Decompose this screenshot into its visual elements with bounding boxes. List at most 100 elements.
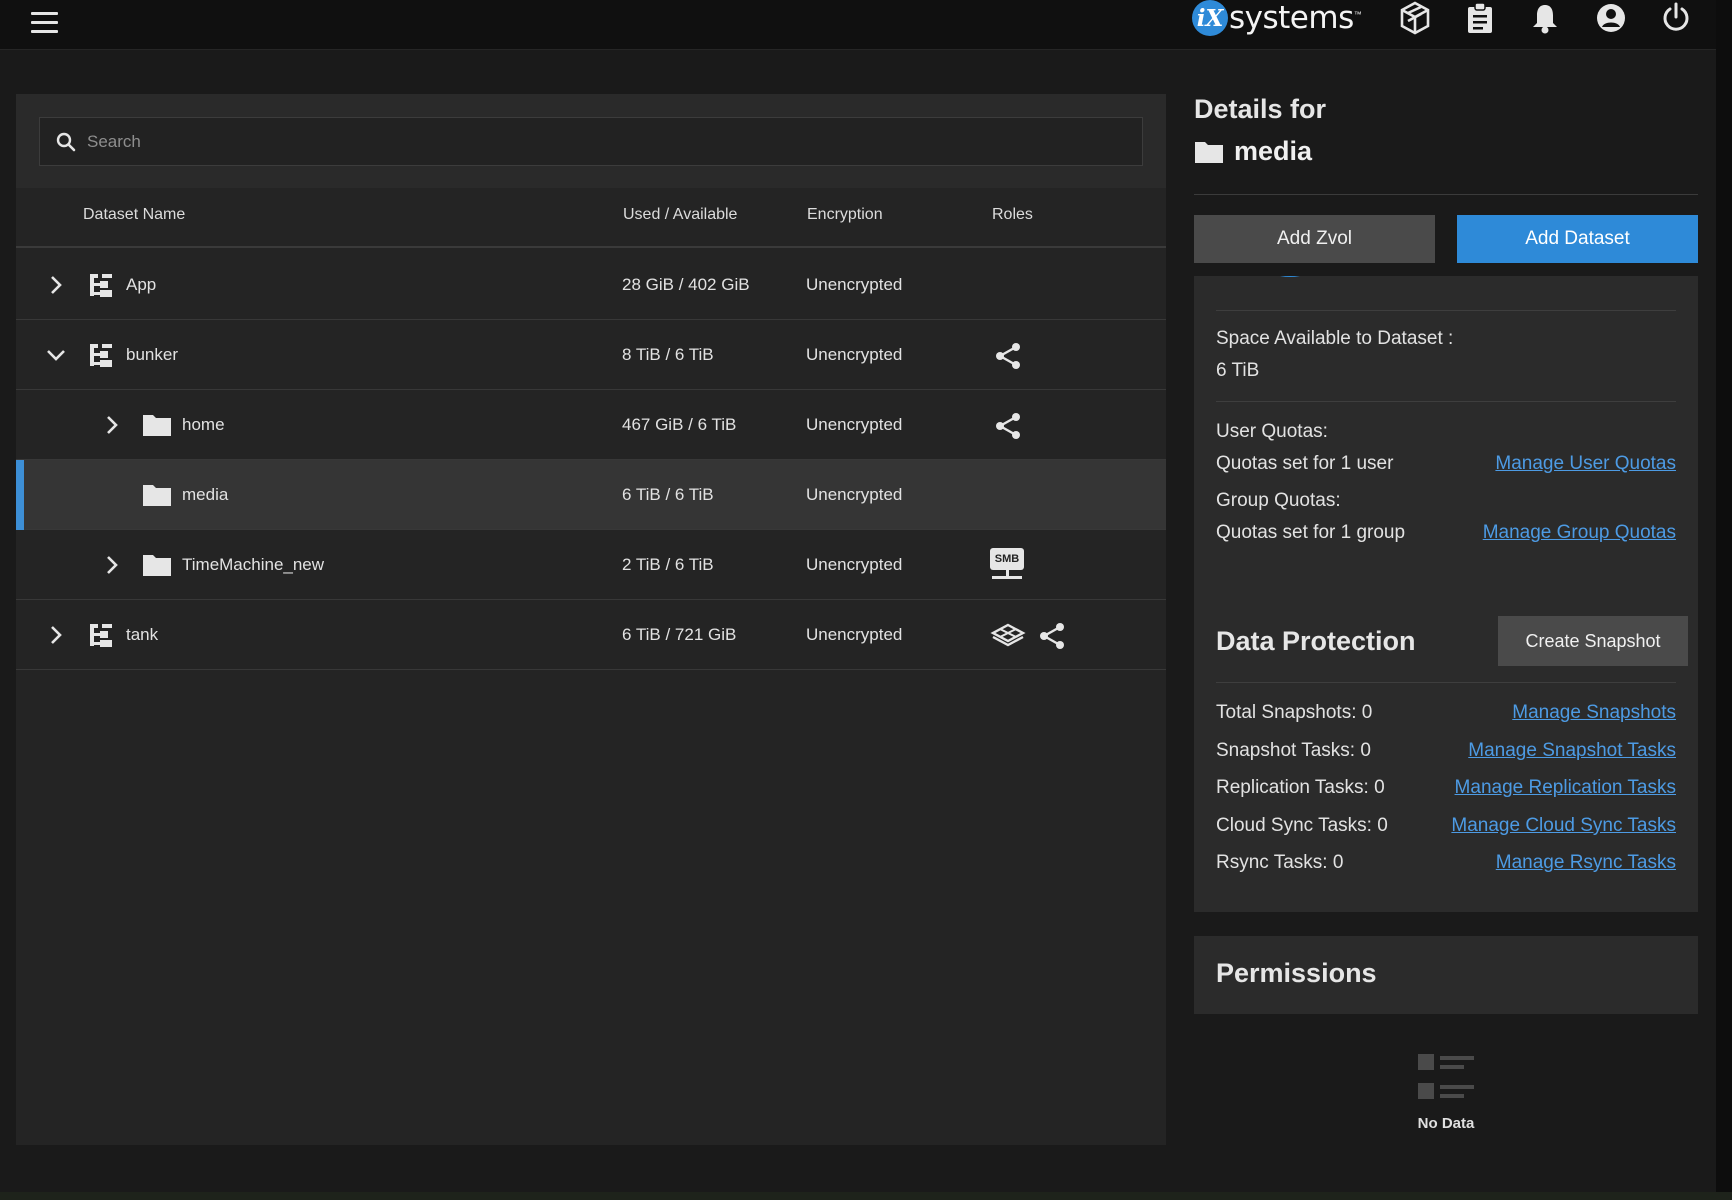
data-protection-title: Data Protection [1216, 626, 1416, 656]
dataset-used: 6 TiB / 6 TiB [622, 485, 714, 504]
user-quotas-label: User Quotas: [1216, 421, 1328, 442]
truecommand-icon[interactable] [1397, 0, 1433, 36]
header-roles: Roles [992, 206, 1033, 223]
dataset-encryption: Unencrypted [806, 275, 903, 294]
share-icon[interactable] [994, 342, 1022, 370]
share-icon[interactable] [1038, 622, 1066, 650]
pool-tree-icon [90, 624, 112, 647]
total-snapshots-label: Total Snapshots: 0 [1216, 702, 1373, 723]
dataset-encryption: Unencrypted [806, 345, 903, 364]
account-circle-icon[interactable] [1593, 0, 1629, 36]
dataset-name: TimeMachine_new [182, 555, 325, 574]
window-bottom-edge [0, 1192, 1732, 1200]
dataset-name: App [126, 275, 157, 294]
window-edge [1716, 0, 1732, 1200]
chevron-right-icon[interactable] [100, 553, 124, 577]
search-area [16, 94, 1166, 188]
cloud-sync-tasks-label: Cloud Sync Tasks: 0 [1216, 815, 1388, 836]
divider [1194, 194, 1698, 195]
manage-user-quotas-link[interactable]: Manage User Quotas [1495, 453, 1676, 475]
rsync-tasks-label: Rsync Tasks: 0 [1216, 852, 1344, 873]
logo-text: systems [1229, 0, 1354, 36]
folder-icon [143, 485, 171, 506]
header-used-available[interactable]: Used / Available [623, 206, 737, 224]
details-title: Details for [1194, 94, 1327, 124]
dataset-name: media [182, 485, 229, 504]
permissions-card: Permissions [1194, 936, 1698, 1014]
hamburger-menu-icon[interactable] [28, 6, 62, 40]
dataset-name: home [182, 415, 225, 434]
empty-list-icon [1418, 1054, 1474, 1099]
dataset-name: bunker [126, 345, 178, 364]
notifications-bell-icon[interactable] [1527, 0, 1563, 36]
top-bar: iX systems ™ [0, 0, 1732, 50]
manage-cloud-sync-tasks-link[interactable]: Manage Cloud Sync Tasks [1451, 815, 1676, 837]
user-quotas-value: Quotas set for 1 user [1216, 453, 1394, 474]
details-dataset-name: media [1234, 136, 1313, 166]
dataset-used: 8 TiB / 6 TiB [622, 345, 714, 364]
add-zvol-button[interactable]: Add Zvol [1194, 215, 1435, 263]
search-icon [56, 132, 76, 151]
dataset-row-tank[interactable]: tank 6 TiB / 721 GiB Unencrypted [16, 600, 1166, 670]
group-quotas-value: Quotas set for 1 group [1216, 522, 1406, 543]
dataset-row-app[interactable]: App 28 GiB / 402 GiB Unencrypted [16, 250, 1166, 320]
chevron-right-icon[interactable] [44, 623, 68, 647]
smb-icon[interactable]: SMB [990, 548, 1026, 582]
header-dataset-name[interactable]: Dataset Name [83, 206, 185, 224]
search-box[interactable] [39, 117, 1143, 166]
manage-rsync-tasks-link[interactable]: Manage Rsync Tasks [1496, 852, 1676, 874]
search-input[interactable] [87, 131, 1087, 152]
folder-icon [143, 555, 171, 576]
replication-tasks-label: Replication Tasks: 0 [1216, 777, 1385, 798]
divider [1216, 682, 1676, 683]
dataset-encryption: Unencrypted [806, 555, 903, 574]
space-available-value: 6 TiB [1216, 360, 1260, 381]
dataset-row-media[interactable]: media 6 TiB / 6 TiB Unencrypted [16, 460, 1166, 530]
no-data-text: No Data [1417, 1115, 1475, 1132]
dataset-encryption: Unencrypted [806, 485, 903, 504]
ix-systems-logo[interactable]: iX systems ™ [1192, 0, 1362, 36]
folder-icon [1195, 141, 1223, 163]
manage-replication-tasks-link[interactable]: Manage Replication Tasks [1455, 777, 1676, 799]
clipboard-tasks-icon[interactable] [1462, 0, 1498, 36]
datasets-panel: Dataset Name Used / Available Encryption… [16, 94, 1166, 1145]
permissions-title: Permissions [1216, 958, 1377, 988]
dataset-used: 6 TiB / 721 GiB [622, 625, 737, 644]
dataset-row-home[interactable]: home 467 GiB / 6 TiB Unencrypted [16, 390, 1166, 460]
dataset-row-bunker[interactable]: bunker 8 TiB / 6 TiB Unencrypted [16, 320, 1166, 390]
space-available-label: Space Available to Dataset : [1216, 328, 1454, 349]
table-header: Dataset Name Used / Available Encryption… [16, 188, 1166, 248]
space-chart-arc [1242, 276, 1338, 277]
dataset-used: 467 GiB / 6 TiB [622, 415, 737, 434]
data-protection-card: Data Protection Create Snapshot Total Sn… [1194, 602, 1698, 912]
group-quotas-label: Group Quotas: [1216, 490, 1341, 511]
no-data-placeholder: No Data [1194, 1052, 1698, 1132]
ix-logo-mark: iX [1192, 0, 1228, 36]
power-icon[interactable] [1658, 0, 1694, 36]
dataset-encryption: Unencrypted [806, 625, 903, 644]
snapshot-tasks-label: Snapshot Tasks: 0 [1216, 740, 1371, 761]
pool-tree-icon [90, 344, 112, 367]
create-snapshot-button[interactable]: Create Snapshot [1498, 616, 1688, 666]
divider [1216, 310, 1676, 311]
manage-snapshot-tasks-link[interactable]: Manage Snapshot Tasks [1468, 740, 1676, 762]
manage-group-quotas-link[interactable]: Manage Group Quotas [1483, 522, 1676, 544]
chevron-down-icon[interactable] [44, 343, 68, 367]
dataset-used: 2 TiB / 6 TiB [622, 555, 714, 574]
header-encryption[interactable]: Encryption [807, 206, 883, 224]
pool-tree-icon [90, 274, 112, 297]
add-dataset-button[interactable]: Add Dataset [1457, 215, 1698, 263]
folder-icon [143, 415, 171, 436]
apps-icon[interactable] [990, 622, 1026, 648]
dataset-used: 28 GiB / 402 GiB [622, 275, 750, 294]
chevron-right-icon[interactable] [44, 273, 68, 297]
manage-snapshots-link[interactable]: Manage Snapshots [1512, 702, 1676, 724]
dataset-encryption: Unencrypted [806, 415, 903, 434]
smb-label: SMB [990, 548, 1024, 570]
divider [1216, 401, 1676, 402]
details-dataset: media [1194, 136, 1312, 167]
chevron-right-icon[interactable] [100, 413, 124, 437]
dataset-name: tank [126, 625, 159, 644]
dataset-row-timemachine-new[interactable]: TimeMachine_new 2 TiB / 6 TiB Unencrypte… [16, 530, 1166, 600]
share-icon[interactable] [994, 412, 1022, 440]
